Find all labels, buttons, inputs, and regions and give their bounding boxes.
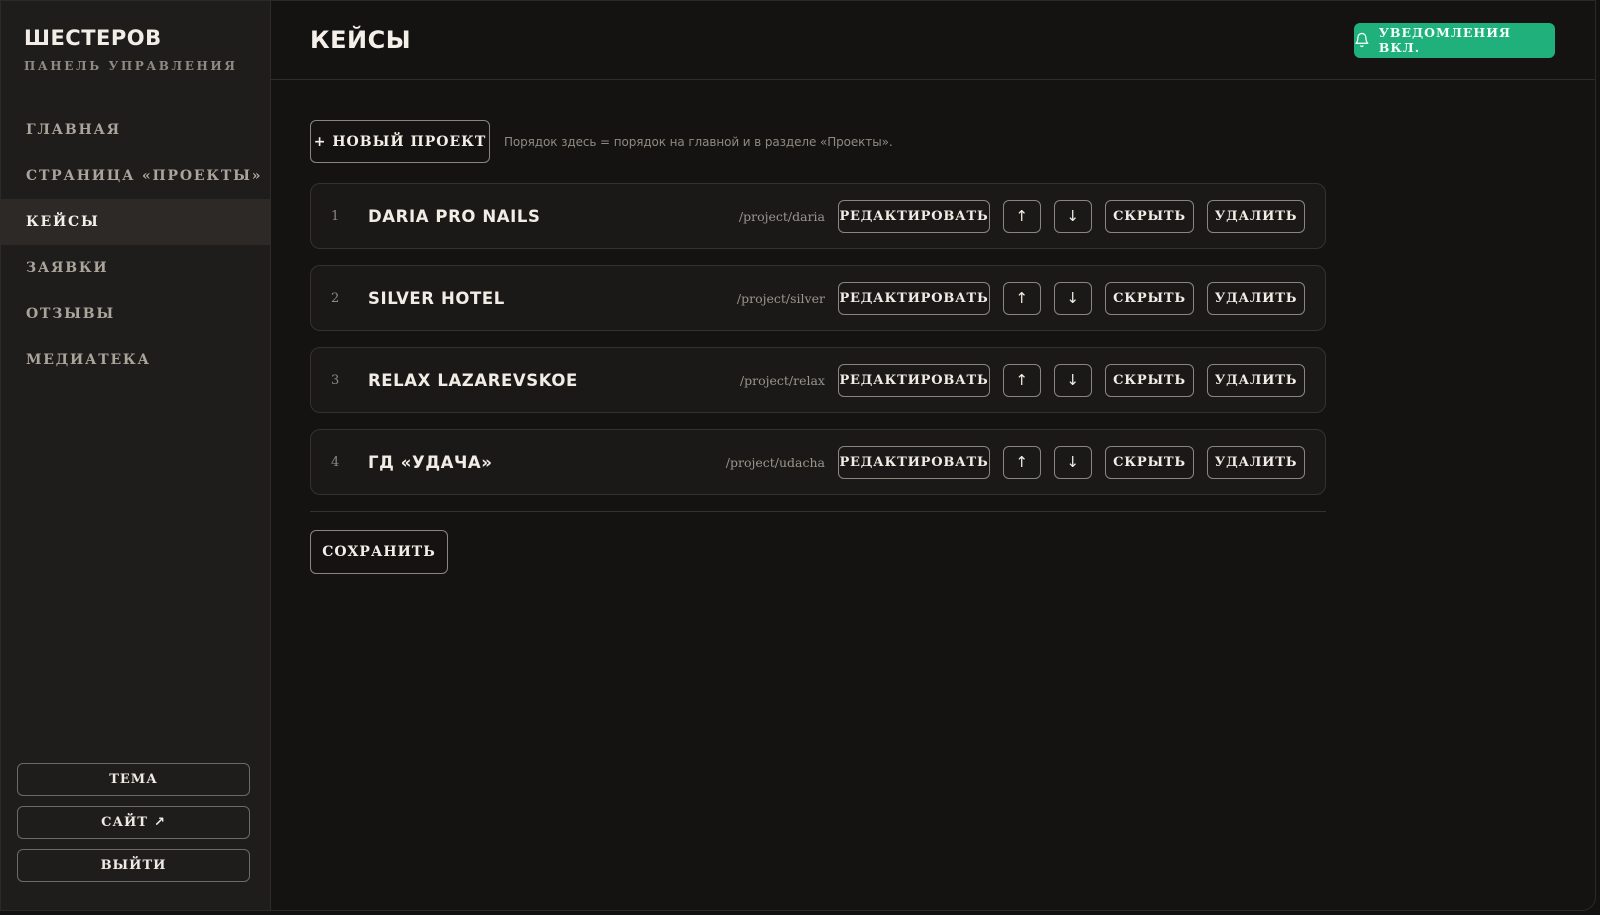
- move-down-button[interactable]: ↓: [1054, 445, 1092, 479]
- page-title: КЕЙСЫ: [310, 26, 412, 54]
- project-row: 4 ГД «УДАЧА» /project/udacha РЕДАКТИРОВА…: [310, 429, 1326, 495]
- theme-button-label: ТЕМА: [109, 772, 158, 787]
- notifications-label: УВЕДОМЛЕНИЯ ВКЛ.: [1378, 25, 1512, 55]
- sidebar-item-home[interactable]: ГЛАВНАЯ: [1, 107, 270, 153]
- move-down-button[interactable]: ↓: [1054, 199, 1092, 233]
- delete-button[interactable]: УДАЛИТЬ: [1207, 445, 1305, 479]
- project-slug: /project/relax: [739, 372, 825, 388]
- logout-button-label: ВЫЙТИ: [100, 858, 167, 873]
- delete-button[interactable]: УДАЛИТЬ: [1207, 281, 1305, 315]
- sidebar-item-reviews[interactable]: ОТЗЫВЫ: [1, 291, 270, 337]
- edit-button[interactable]: РЕДАКТИРОВАТЬ: [838, 199, 990, 233]
- divider: [310, 511, 1326, 512]
- project-row: 2 SILVER HOTEL /project/silver РЕДАКТИРО…: [310, 265, 1326, 331]
- bell-icon: [1355, 32, 1369, 48]
- sidebar-item-media-library[interactable]: МЕДИАТЕКА: [1, 337, 270, 383]
- project-slug: /project/udacha: [725, 454, 825, 470]
- project-number: 2: [331, 290, 340, 306]
- project-row: 1 DARIA PRO NAILS /project/daria РЕДАКТИ…: [310, 183, 1326, 249]
- order-hint: Порядок здесь = порядок на главной и в р…: [504, 134, 893, 149]
- project-number: 1: [331, 208, 340, 224]
- hide-button[interactable]: СКРЫТЬ: [1105, 199, 1194, 233]
- move-up-button[interactable]: ↑: [1003, 445, 1041, 479]
- sidebar-item-cases[interactable]: КЕЙСЫ: [1, 199, 270, 245]
- edit-button[interactable]: РЕДАКТИРОВАТЬ: [838, 281, 990, 315]
- move-up-button[interactable]: ↑: [1003, 199, 1041, 233]
- project-title: ГД «УДАЧА»: [368, 452, 493, 472]
- sidebar-item-requests[interactable]: ЗАЯВКИ: [1, 245, 270, 291]
- move-down-button[interactable]: ↓: [1054, 363, 1092, 397]
- delete-button[interactable]: УДАЛИТЬ: [1207, 363, 1305, 397]
- site-button[interactable]: САЙТ ↗: [17, 806, 250, 839]
- project-slug: /project/silver: [736, 290, 825, 306]
- notifications-toggle-button[interactable]: УВЕДОМЛЕНИЯ ВКЛ.: [1354, 22, 1555, 58]
- sidebar-item-projects-page[interactable]: СТРАНИЦА «ПРОЕКТЫ»: [1, 153, 270, 199]
- brand-subtitle: ПАНЕЛЬ УПРАВЛЕНИЯ: [24, 59, 238, 73]
- hide-button[interactable]: СКРЫТЬ: [1105, 445, 1194, 479]
- project-number: 3: [331, 372, 340, 388]
- edit-button[interactable]: РЕДАКТИРОВАТЬ: [838, 445, 990, 479]
- edit-button[interactable]: РЕДАКТИРОВАТЬ: [838, 363, 990, 397]
- save-button[interactable]: СОХРАНИТЬ: [310, 530, 448, 574]
- external-link-icon: ↗: [154, 815, 166, 830]
- sidebar: ШЕСТЕРОВ ПАНЕЛЬ УПРАВЛЕНИЯ ГЛАВНАЯ СТРАН…: [1, 1, 271, 910]
- site-button-label: САЙТ: [101, 815, 148, 830]
- move-down-button[interactable]: ↓: [1054, 281, 1092, 315]
- brand-name: ШЕСТЕРОВ: [24, 26, 162, 50]
- project-title: SILVER HOTEL: [368, 288, 505, 308]
- project-slug: /project/daria: [738, 208, 825, 224]
- admin-app: ШЕСТЕРОВ ПАНЕЛЬ УПРАВЛЕНИЯ ГЛАВНАЯ СТРАН…: [0, 0, 1596, 911]
- page-header: КЕЙСЫ УВЕДОМЛЕНИЯ ВКЛ.: [271, 1, 1595, 80]
- toolbar: + НОВЫЙ ПРОЕКТ Порядок здесь = порядок н…: [310, 120, 1326, 163]
- project-title: DARIA PRO NAILS: [368, 206, 541, 226]
- cases-section: + НОВЫЙ ПРОЕКТ Порядок здесь = порядок н…: [271, 80, 1326, 574]
- logout-button[interactable]: ВЫЙТИ: [17, 849, 250, 882]
- project-row: 3 RELAX LAZAREVSKOE /project/relax РЕДАК…: [310, 347, 1326, 413]
- project-list: 1 DARIA PRO NAILS /project/daria РЕДАКТИ…: [310, 183, 1326, 495]
- hide-button[interactable]: СКРЫТЬ: [1105, 363, 1194, 397]
- hide-button[interactable]: СКРЫТЬ: [1105, 281, 1194, 315]
- brand: ШЕСТЕРОВ ПАНЕЛЬ УПРАВЛЕНИЯ: [1, 1, 270, 73]
- new-project-button[interactable]: + НОВЫЙ ПРОЕКТ: [310, 120, 490, 163]
- project-title: RELAX LAZAREVSKOE: [368, 370, 578, 390]
- move-up-button[interactable]: ↑: [1003, 281, 1041, 315]
- theme-button[interactable]: ТЕМА: [17, 763, 250, 796]
- main-content: КЕЙСЫ УВЕДОМЛЕНИЯ ВКЛ. + НОВЫЙ ПРОЕКТ По…: [271, 1, 1595, 910]
- delete-button[interactable]: УДАЛИТЬ: [1207, 199, 1305, 233]
- sidebar-nav: ГЛАВНАЯ СТРАНИЦА «ПРОЕКТЫ» КЕЙСЫ ЗАЯВКИ …: [1, 107, 270, 383]
- sidebar-footer: ТЕМА САЙТ ↗ ВЫЙТИ: [17, 753, 250, 882]
- project-number: 4: [331, 454, 340, 470]
- move-up-button[interactable]: ↑: [1003, 363, 1041, 397]
